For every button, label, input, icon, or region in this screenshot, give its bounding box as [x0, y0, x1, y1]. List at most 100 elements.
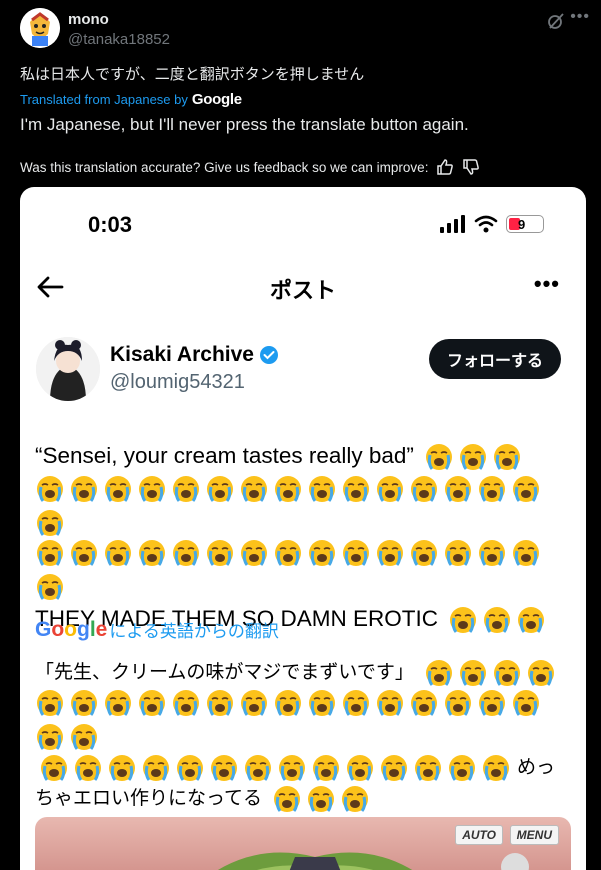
crying-face-emoji-icon: [37, 690, 63, 716]
crying-face-emoji-icon: [342, 785, 369, 812]
crying-face-emoji-icon: [343, 539, 369, 566]
crying-face-emoji-icon: [513, 690, 539, 716]
english-line-1: “Sensei, your cream tastes really bad”: [35, 439, 571, 474]
nav-more-icon[interactable]: •••: [534, 271, 560, 297]
embed-post-text: “Sensei, your cream tastes really bad” T…: [35, 439, 571, 636]
crying-face-emoji-icon: [450, 606, 477, 633]
translated-from-label: Translated from Japanese by Google: [20, 91, 242, 108]
crying-face-emoji-icon: [377, 539, 403, 566]
author-avatar[interactable]: [20, 8, 60, 48]
embedded-screenshot[interactable]: 0:03 9 ポスト ••• Kisaki Archive @loumig543…: [20, 187, 586, 870]
crying-face-emoji-icon: [309, 539, 335, 566]
crying-face-emoji-icon: [71, 724, 97, 750]
crying-face-emoji-icon: [445, 690, 471, 716]
crying-face-emoji-icon: [275, 539, 301, 566]
crying-face-emoji-icon: [483, 754, 509, 781]
crying-face-emoji-icon: [494, 444, 521, 471]
tweet-translated-text: I'm Japanese, but I'll never press the t…: [20, 115, 469, 134]
follow-button[interactable]: フォローする: [428, 339, 561, 379]
crying-face-emoji-icon: [241, 690, 267, 716]
jp-quote: 「先生、クリームの味がマジでまずいです」: [35, 661, 414, 683]
crying-face-emoji-icon: [518, 606, 545, 633]
thumbs-down-icon[interactable]: [462, 158, 480, 176]
embed-media-image[interactable]: AUTO MENU: [35, 817, 571, 870]
crying-face-emoji-icon: [71, 690, 97, 716]
crying-face-emoji-icon: [493, 659, 520, 686]
crying-face-emoji-icon: [460, 444, 487, 471]
crying-face-emoji-icon: [71, 539, 97, 566]
tweet-header: mono @tanaka18852 •••: [20, 8, 590, 52]
grok-icon[interactable]: [546, 11, 566, 31]
crying-face-emoji-icon: [309, 475, 335, 502]
thumbs-up-icon[interactable]: [436, 158, 454, 176]
crying-face-emoji-icon: [207, 539, 233, 566]
crying-face-emoji-icon: [449, 754, 475, 781]
crying-face-emoji-icon: [513, 475, 539, 502]
verified-badge-icon: [259, 346, 278, 364]
emoji-group: [268, 785, 370, 812]
crying-face-emoji-icon: [71, 475, 97, 502]
crying-face-emoji-icon: [37, 724, 63, 750]
crying-face-emoji-icon: [105, 475, 131, 502]
status-bar-icons: 9: [440, 215, 544, 233]
crying-face-emoji-icon: [459, 659, 486, 686]
translation-label-text: による英語からの翻訳: [109, 622, 279, 642]
crying-face-emoji-icon: [513, 539, 539, 566]
crying-face-emoji-icon: [377, 475, 403, 502]
crying-face-emoji-icon: [207, 475, 233, 502]
emoji-group: [35, 688, 571, 752]
crying-face-emoji-icon: [479, 475, 505, 502]
battery-icon: 9: [506, 215, 544, 233]
crying-face-emoji-icon: [411, 539, 437, 566]
crying-face-emoji-icon: [173, 690, 199, 716]
embed-japanese-text: 「先生、クリームの味がマジでまずいです」 めっちゃエロい作りになってる: [35, 657, 571, 814]
crying-face-emoji-icon: [279, 754, 305, 781]
crying-face-emoji-icon: [177, 754, 203, 781]
crying-face-emoji-icon: [377, 690, 403, 716]
embed-user-handle[interactable]: @loumig54321: [110, 371, 245, 394]
crying-face-emoji-icon: [139, 475, 165, 502]
embed-user-avatar[interactable]: [36, 337, 100, 401]
emoji-group: [420, 443, 522, 471]
crying-face-emoji-icon: [275, 690, 301, 716]
more-icon[interactable]: •••: [570, 8, 590, 26]
crying-face-emoji-icon: [37, 475, 63, 502]
crying-face-emoji-icon: [445, 539, 471, 566]
author-name[interactable]: mono: [68, 11, 109, 28]
jp-line-1: 「先生、クリームの味がマジでまずいです」: [35, 657, 571, 688]
crying-face-emoji-icon: [41, 754, 67, 781]
crying-face-emoji-icon: [411, 475, 437, 502]
crying-face-emoji-icon: [75, 754, 101, 781]
crying-face-emoji-icon: [241, 539, 267, 566]
google-translation-label: Google による英語からの翻訳: [35, 617, 279, 643]
media-menu-button[interactable]: MENU: [509, 825, 559, 845]
crying-face-emoji-icon: [139, 539, 165, 566]
emoji-group: [35, 474, 571, 538]
battery-level: 9: [518, 216, 526, 232]
crying-face-emoji-icon: [479, 539, 505, 566]
crying-face-emoji-icon: [241, 475, 267, 502]
media-auto-button[interactable]: AUTO: [455, 825, 503, 845]
crying-face-emoji-icon: [445, 475, 471, 502]
crying-face-emoji-icon: [308, 785, 335, 812]
author-handle[interactable]: @tanaka18852: [68, 31, 170, 48]
crying-face-emoji-icon: [105, 539, 131, 566]
crying-face-emoji-icon: [211, 754, 237, 781]
crying-face-emoji-icon: [173, 539, 199, 566]
translated-from-text: Translated from Japanese by: [20, 92, 188, 107]
translation-feedback: Was this translation accurate? Give us f…: [20, 158, 480, 176]
crying-face-emoji-icon: [37, 539, 63, 566]
crying-face-emoji-icon: [37, 509, 63, 536]
tweet-original-text: 私は日本人ですが、二度と翻訳ボタンを押しません: [20, 65, 365, 83]
crying-face-emoji-icon: [527, 659, 554, 686]
signal-icon: [440, 215, 465, 233]
crying-face-emoji-icon: [207, 690, 233, 716]
embed-user-name[interactable]: Kisaki Archive: [110, 343, 279, 367]
crying-face-emoji-icon: [415, 754, 441, 781]
crying-face-emoji-icon: [143, 754, 169, 781]
emoji-group: [35, 538, 571, 602]
crying-face-emoji-icon: [425, 659, 452, 686]
crying-face-emoji-icon: [381, 754, 407, 781]
google-logo: Google: [35, 617, 108, 641]
crying-face-emoji-icon: [275, 475, 301, 502]
